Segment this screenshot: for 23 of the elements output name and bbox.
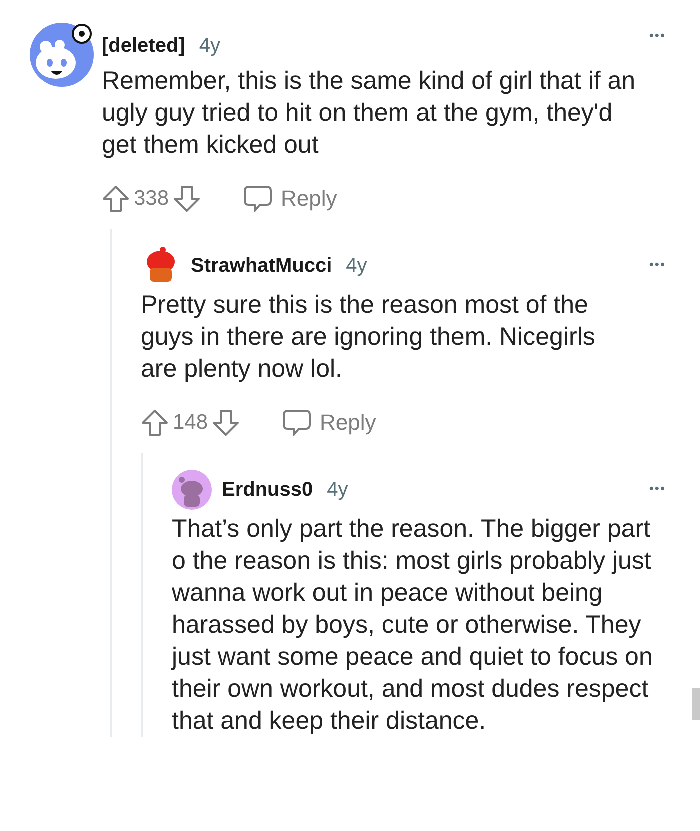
comment-text: That’s only part the reason. The bigger part o the reason is this: most girls probably just wanna work out in peace without being harassed by boys, cute or otherwise. They just want some peace and quiet to focus on their own workout, and most dudes respect that and keep their distance. [172,514,654,737]
more-options-icon[interactable]: ••• [649,257,666,272]
comment-age: 4y [327,478,348,502]
more-options-icon[interactable]: ••• [649,481,666,496]
username[interactable]: Erdnuss0 [222,478,314,502]
upvote-icon[interactable] [141,409,169,437]
reply-button[interactable]: Reply [278,405,380,441]
comment-text: Remember, this is the same kind of girl that if an ugly guy tried to hit on them at the gym, they'd get them kicked out [102,66,637,161]
comment-text: Pretty sure this is the reason most of the guys in there are ignoring them. Nicegirls are plenty now lol. [141,290,596,385]
downvote-icon[interactable] [173,185,202,213]
comment-age: 4y [199,34,220,58]
vote-count: 148 [173,411,208,435]
comment-icon [282,409,312,437]
reply-button[interactable]: Reply [239,181,342,217]
username[interactable]: StrawhatMucci [191,254,332,278]
comment-icon [243,185,274,213]
scrollbar-thumb[interactable] [692,688,700,720]
downvote-icon[interactable] [212,409,240,437]
comment-age: 4y [346,254,368,278]
vote-count: 338 [134,187,170,211]
more-options-icon[interactable]: ••• [649,28,666,43]
upvote-icon[interactable] [102,185,130,213]
username[interactable]: [deleted] [102,34,186,58]
